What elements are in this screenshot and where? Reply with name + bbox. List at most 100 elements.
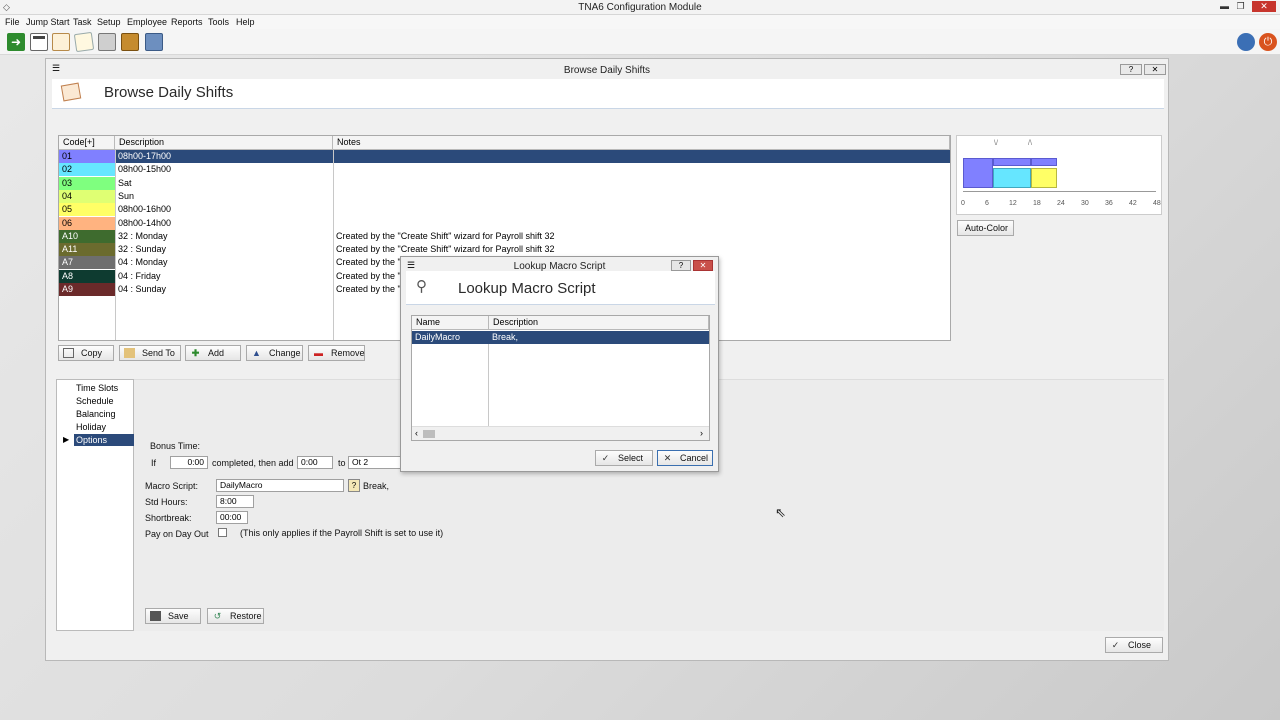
printer-icon[interactable] — [98, 33, 116, 51]
shift-code-cell: A10 — [59, 229, 115, 243]
select-button[interactable]: ✓ Select — [595, 450, 653, 466]
change-button-label: Change — [269, 348, 301, 358]
table-row[interactable]: 01 08h00-17h00 — [59, 150, 950, 164]
page-title: Browse Daily Shifts — [104, 84, 234, 101]
menu-employee[interactable]: Employee — [127, 17, 167, 27]
to-label: to — [338, 458, 346, 468]
save-button[interactable]: Save — [145, 608, 201, 624]
power-icon[interactable]: ⏻ — [1259, 33, 1277, 51]
lookup-icon[interactable]: ? — [348, 479, 360, 492]
add-button[interactable]: ✚ Add — [185, 345, 241, 361]
help-button[interactable]: ? — [1120, 64, 1142, 75]
cancel-button[interactable]: ✕ Cancel — [657, 450, 713, 466]
table-row[interactable]: 05 08h00-16h00 — [59, 203, 950, 217]
shift-code-cell: 05 — [59, 203, 115, 217]
preview-tick-label: 24 — [1057, 200, 1065, 207]
cancel-x-icon: ✕ — [663, 453, 672, 463]
table-row[interactable]: A10 32 : Monday Created by the "Create Shi… — [59, 229, 950, 243]
column-header-code[interactable]: Code[+] — [59, 136, 115, 150]
globe-icon[interactable] — [1237, 33, 1255, 51]
restore-window-icon[interactable]: ❐ — [1234, 1, 1247, 12]
scroll-right-icon[interactable]: › — [700, 428, 703, 438]
bonus-add-field[interactable]: 0:00 — [297, 456, 333, 469]
auto-color-button[interactable]: Auto-Color — [957, 220, 1014, 236]
copy-icon — [63, 348, 74, 358]
table-row[interactable]: 06 08h00-14h00 — [59, 216, 950, 230]
column-header-description[interactable]: Description — [489, 316, 709, 330]
if-label: If — [151, 458, 157, 468]
menu-setup[interactable]: Setup — [97, 17, 121, 27]
change-button[interactable]: ▲ Change — [246, 345, 303, 361]
column-header-name[interactable]: Name — [412, 316, 489, 330]
nav-item-time-slots[interactable]: Time Slots — [74, 382, 120, 394]
tools-icon[interactable] — [121, 33, 139, 51]
table-row[interactable]: A11 32 : Sunday Created by the "Create Shi… — [59, 243, 950, 257]
macro-script-field[interactable]: DailyMacro — [216, 479, 344, 492]
preview-tick-label: 0 — [961, 200, 965, 207]
notepad-icon[interactable] — [73, 31, 95, 53]
dialog-help-button[interactable]: ? — [671, 260, 691, 271]
remove-button[interactable]: ▬ Remove — [308, 345, 365, 361]
macro-description: Break, — [363, 481, 390, 491]
preview-tick-label: 18 — [1033, 200, 1041, 207]
magnifier-icon: ⚲ — [416, 278, 427, 295]
pay-on-day-out-note: (This only applies if the Payroll Shift … — [240, 528, 444, 538]
calendar-icon[interactable] — [30, 33, 48, 51]
column-header-description[interactable]: Description — [115, 136, 333, 150]
bonus-if-field[interactable]: 0:00 — [170, 456, 208, 469]
shift-preview: \/ /\ 0 6 12 18 24 30 36 42 48 — [956, 135, 1162, 215]
shift-notes-cell: Created by the "Create Shift" wizard for… — [336, 230, 555, 241]
shift-code-cell: A9 — [59, 283, 115, 296]
nav-item-holiday[interactable]: Holiday — [74, 421, 108, 433]
table-row[interactable]: 04 Sun — [59, 189, 950, 203]
window-close-button[interactable]: ✕ — [1144, 64, 1166, 75]
shift-description-cell: Sat — [118, 177, 132, 188]
menu-jump-start[interactable]: Jump Start — [26, 17, 70, 27]
macro-grid[interactable]: Name Description DailyMacro Break, ‹ › — [411, 315, 710, 441]
std-hours-field[interactable]: 8:00 — [216, 495, 254, 508]
shift-code-cell: A11 — [59, 243, 115, 257]
bonus-to-select[interactable]: Ot 2 — [348, 456, 402, 469]
checkmark-icon: ✓ — [1111, 640, 1120, 650]
table-row[interactable]: 02 08h00-15h00 — [59, 163, 950, 177]
menu-reports[interactable]: Reports — [171, 17, 203, 27]
preview-tick-label: 48 — [1153, 200, 1161, 207]
shift-code-cell: A8 — [59, 269, 115, 283]
macro-script-label: Macro Script: — [145, 481, 199, 491]
column-header-notes[interactable]: Notes — [333, 136, 950, 150]
scroll-left-icon[interactable]: ‹ — [415, 428, 418, 438]
preview-block-01 — [963, 158, 993, 188]
minimize-icon[interactable]: ▬ — [1218, 1, 1231, 12]
send-to-button[interactable]: Send To — [119, 345, 181, 361]
preview-tick-label: 36 — [1105, 200, 1113, 207]
menu-file[interactable]: File — [5, 17, 20, 27]
lookup-macro-script-dialog: ☰ Lookup Macro Script ? ✕ ⚲ Lookup Macro… — [400, 256, 719, 472]
wizard-icon[interactable] — [145, 33, 163, 51]
bonus-time-label: Bonus Time: — [150, 441, 201, 451]
shift-description-cell: 04 : Sunday — [118, 284, 167, 294]
nav-item-balancing[interactable]: Balancing — [74, 408, 118, 420]
shift-notes-cell — [333, 190, 933, 203]
menu-tools[interactable]: Tools — [208, 17, 229, 27]
schedule-icon[interactable] — [52, 33, 70, 51]
shift-calendar-icon — [60, 82, 82, 102]
scroll-thumb[interactable] — [423, 430, 435, 438]
dialog-close-button[interactable]: ✕ — [693, 260, 713, 271]
app-close-icon[interactable]: ✕ — [1252, 1, 1276, 12]
nav-item-schedule[interactable]: Schedule — [74, 395, 116, 407]
horizontal-scrollbar[interactable]: ‹ › — [412, 426, 709, 440]
shortbreak-field[interactable]: 00:00 — [216, 511, 248, 524]
pay-on-day-out-checkbox[interactable] — [218, 528, 227, 537]
shortbreak-label: Shortbreak: — [145, 513, 192, 523]
menu-task[interactable]: Task — [73, 17, 92, 27]
menu-help[interactable]: Help — [236, 17, 255, 27]
restore-button[interactable]: ↺ Restore — [207, 608, 264, 624]
copy-button[interactable]: Copy — [58, 345, 114, 361]
exit-icon[interactable]: ➜ — [7, 33, 25, 51]
table-row[interactable]: DailyMacro Break, — [412, 331, 709, 344]
close-button[interactable]: ✓ Close — [1105, 637, 1163, 653]
table-row[interactable]: 03 Sat — [59, 176, 950, 190]
completed-label: completed, then add — [212, 458, 294, 468]
restore-button-label: Restore — [230, 611, 262, 621]
nav-item-options[interactable]: Options — [74, 434, 134, 446]
